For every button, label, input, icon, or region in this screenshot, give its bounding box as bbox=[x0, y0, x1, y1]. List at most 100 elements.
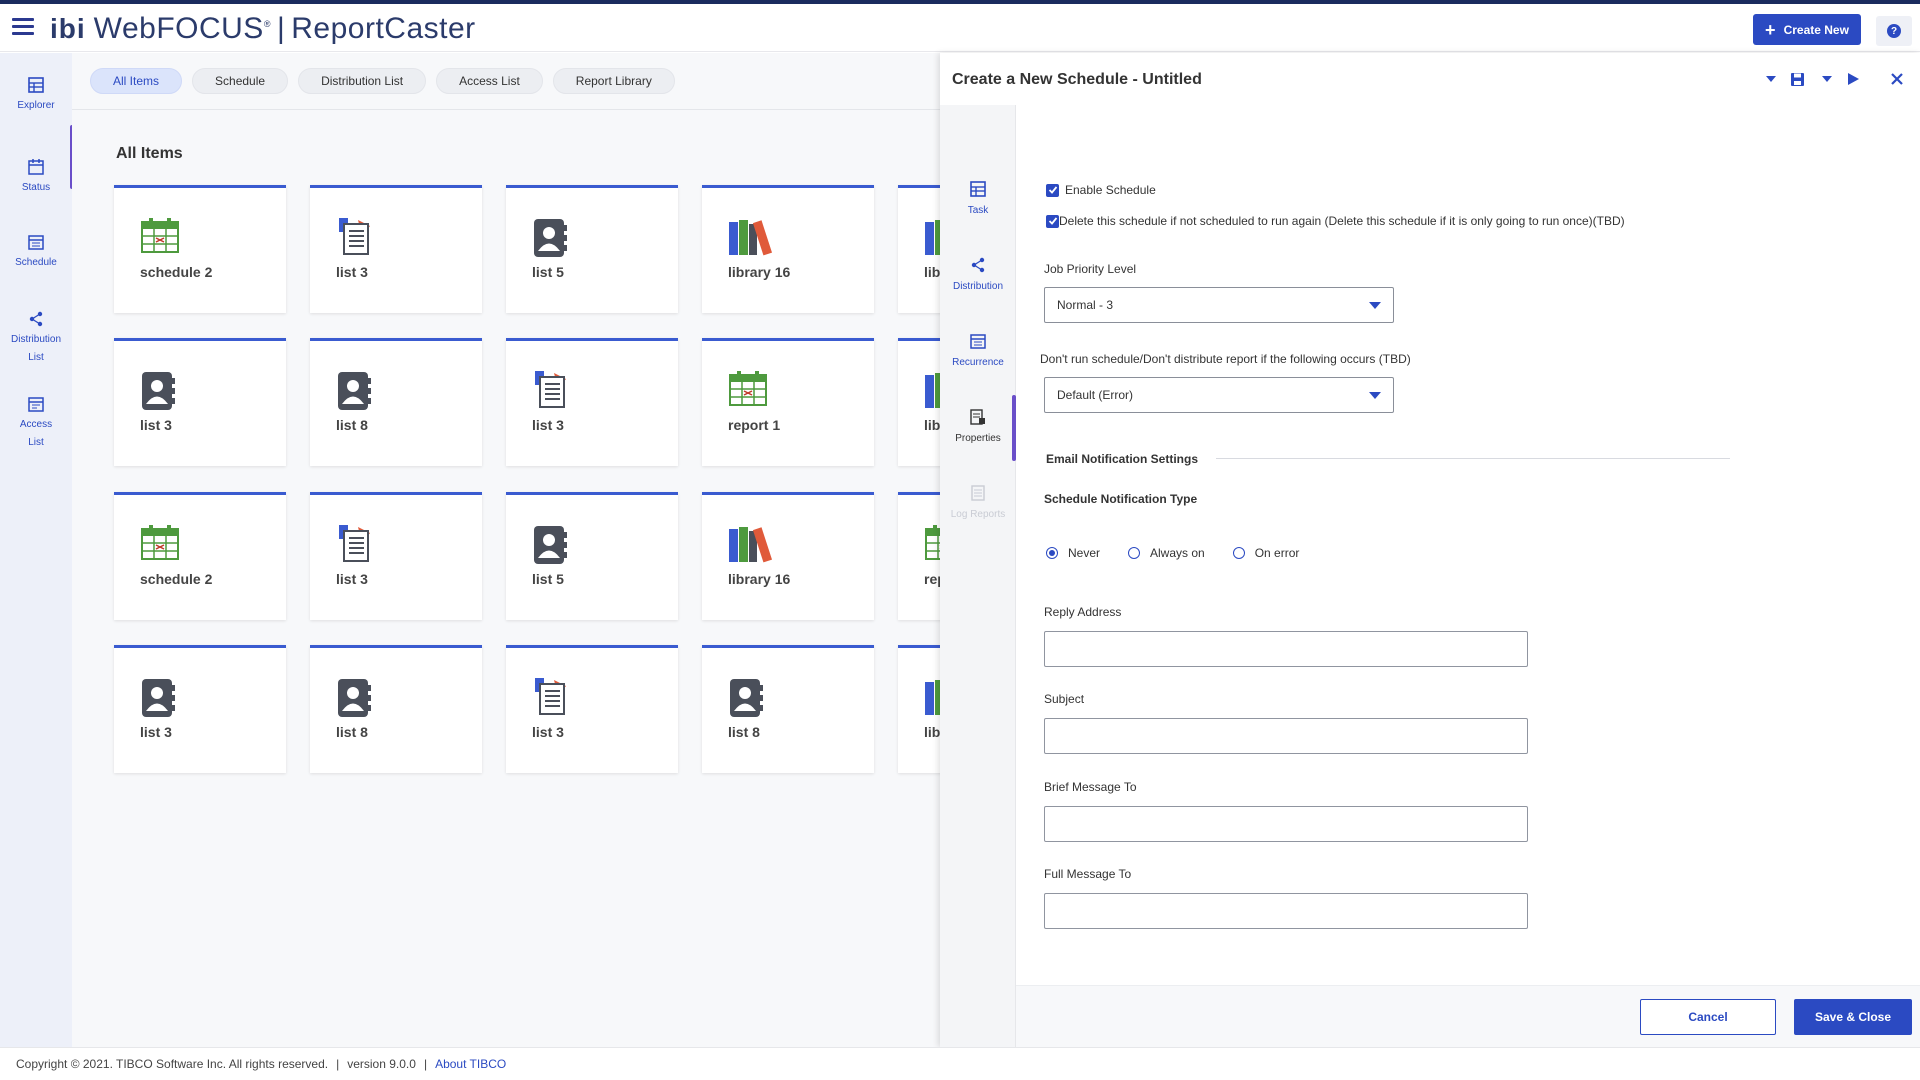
section-title: All Items bbox=[116, 145, 183, 162]
save-icon[interactable] bbox=[1786, 65, 1808, 93]
create-new-label: Create New bbox=[1783, 22, 1849, 37]
contact-item-icon bbox=[532, 525, 568, 570]
item-card[interactable]: schedule 2 bbox=[114, 185, 286, 313]
library-item-icon bbox=[728, 525, 774, 568]
item-card[interactable]: list 5 bbox=[506, 492, 678, 620]
radio-always-on-label: Always on bbox=[1150, 546, 1205, 560]
radio-button bbox=[1128, 547, 1141, 559]
schedule-item-icon bbox=[140, 525, 180, 566]
item-card[interactable]: report 1 bbox=[702, 338, 874, 466]
run-icon[interactable] bbox=[1842, 65, 1864, 93]
job-priority-select[interactable]: Normal - 3 bbox=[1044, 287, 1394, 323]
logo-separator: | bbox=[276, 12, 286, 45]
radio-never[interactable]: Never bbox=[1046, 546, 1100, 560]
enable-schedule-checkbox[interactable] bbox=[1046, 183, 1059, 197]
enable-schedule-row: Enable Schedule bbox=[1046, 183, 1156, 197]
properties-icon bbox=[970, 409, 985, 425]
item-card[interactable]: list 3 bbox=[310, 492, 482, 620]
brief-message-input[interactable] bbox=[1044, 806, 1528, 842]
vtab-recurrence-label: Recurrence bbox=[952, 357, 1004, 368]
vtab-task-label: Task bbox=[967, 205, 989, 216]
item-card-label: list 3 bbox=[532, 724, 564, 740]
vtab-properties[interactable]: Properties bbox=[940, 409, 1016, 444]
app-header: ibi WebFOCUS® | ReportCaster + Create New ? bbox=[0, 4, 1920, 52]
recurrence-icon bbox=[970, 334, 986, 349]
vtab-recurrence[interactable]: Recurrence bbox=[940, 333, 1016, 368]
sidebar-item-schedule[interactable]: Schedule bbox=[0, 234, 72, 272]
full-message-input[interactable] bbox=[1044, 893, 1528, 929]
delete-schedule-row: Delete this schedule if not scheduled to… bbox=[1046, 214, 1625, 228]
radio-never-label: Never bbox=[1068, 546, 1101, 560]
reply-address-input[interactable] bbox=[1044, 631, 1528, 667]
enable-schedule-label: Enable Schedule bbox=[1065, 183, 1156, 197]
about-tibco-link[interactable]: About TIBCO bbox=[435, 1057, 506, 1071]
item-card[interactable]: list 8 bbox=[310, 645, 482, 773]
schedule-item-icon bbox=[140, 218, 180, 259]
create-new-button[interactable]: + Create New bbox=[1753, 14, 1861, 45]
task-icon bbox=[970, 181, 986, 197]
sidebar-label-distribution-list: Distribution List bbox=[11, 334, 62, 363]
tab-all-items[interactable]: All Items bbox=[90, 68, 183, 94]
item-card-label: library 16 bbox=[728, 571, 791, 587]
close-icon[interactable] bbox=[1886, 65, 1908, 93]
item-card[interactable]: list 5 bbox=[506, 185, 678, 313]
list-colored-item-icon bbox=[532, 678, 572, 721]
hamburger-menu-icon[interactable] bbox=[12, 18, 34, 36]
sidebar-item-access-list[interactable]: Access List bbox=[0, 396, 72, 452]
sidebar-item-explorer[interactable]: Explorer bbox=[0, 77, 72, 115]
access-list-icon bbox=[28, 397, 44, 412]
dont-run-select[interactable]: Default (Error) bbox=[1044, 377, 1394, 413]
save-and-close-button[interactable]: Save & Close bbox=[1794, 999, 1912, 1035]
status-icon bbox=[28, 159, 44, 175]
item-card-label: schedule 2 bbox=[140, 264, 213, 280]
sidebar-label-explorer: Explorer bbox=[17, 100, 55, 111]
item-card[interactable]: list 3 bbox=[114, 645, 286, 773]
item-card-label: list 5 bbox=[532, 571, 564, 587]
item-card[interactable]: library 16 bbox=[702, 185, 874, 313]
list-colored-item-icon bbox=[336, 218, 376, 261]
ibi-logo-mark: ibi bbox=[50, 13, 86, 44]
dont-run-label: Don't run schedule/Don't distribute repo… bbox=[1040, 352, 1411, 366]
sidebar-item-status[interactable]: Status bbox=[0, 159, 72, 197]
tab-access-list[interactable]: Access List bbox=[436, 68, 543, 94]
more-options-dropdown-icon[interactable] bbox=[1760, 65, 1782, 93]
item-card[interactable]: list 8 bbox=[310, 338, 482, 466]
tabs-divider bbox=[72, 109, 940, 110]
brief-message-label: Brief Message To bbox=[1044, 780, 1137, 794]
tab-distribution-list[interactable]: Distribution List bbox=[298, 68, 427, 94]
tab-report-library[interactable]: Report Library bbox=[552, 68, 675, 94]
sidebar-item-distribution-list[interactable]: Distribution List bbox=[0, 311, 72, 367]
sidebar-label-access-list: Access List bbox=[19, 419, 53, 448]
cancel-button[interactable]: Cancel bbox=[1640, 999, 1776, 1035]
item-card-label: list 8 bbox=[728, 724, 760, 740]
sidebar-label-schedule: Schedule bbox=[15, 257, 57, 268]
logo-app-name: ReportCaster bbox=[291, 12, 476, 45]
vtab-task[interactable]: Task bbox=[940, 181, 1016, 216]
item-card[interactable]: library 16 bbox=[702, 492, 874, 620]
save-options-dropdown-icon[interactable] bbox=[1816, 65, 1838, 93]
help-icon: ? bbox=[1887, 24, 1901, 38]
radio-always-on[interactable]: Always on bbox=[1128, 546, 1205, 560]
vtab-properties-label: Properties bbox=[955, 433, 1001, 444]
job-priority-value: Normal - 3 bbox=[1057, 298, 1114, 312]
item-card[interactable]: list 3 bbox=[310, 185, 482, 313]
item-card[interactable]: list 3 bbox=[506, 338, 678, 466]
item-card[interactable]: schedule 2 bbox=[114, 492, 286, 620]
item-card[interactable]: list 3 bbox=[506, 645, 678, 773]
item-card[interactable]: list 3 bbox=[114, 338, 286, 466]
delete-schedule-label: Delete this schedule if not scheduled to… bbox=[1059, 214, 1625, 228]
main-content: All Items Schedule Distribution List Acc… bbox=[72, 53, 960, 1047]
tab-schedule[interactable]: Schedule bbox=[192, 68, 289, 94]
notification-type-radios: Never Always on On error bbox=[1046, 546, 1327, 560]
item-card[interactable]: list 8 bbox=[702, 645, 874, 773]
delete-schedule-checkbox[interactable] bbox=[1046, 214, 1059, 228]
radio-on-error-label: On error bbox=[1254, 546, 1300, 560]
item-card-label: schedule 2 bbox=[140, 571, 213, 587]
subject-input[interactable] bbox=[1044, 718, 1528, 754]
copyright-text: Copyright © 2021. TIBCO Software Inc. Al… bbox=[16, 1057, 329, 1071]
radio-button bbox=[1232, 547, 1245, 559]
help-button[interactable]: ? bbox=[1876, 16, 1912, 46]
radio-on-error[interactable]: On error bbox=[1232, 546, 1300, 560]
vtab-distribution[interactable]: Distribution bbox=[940, 257, 1016, 292]
contact-item-icon bbox=[532, 218, 568, 263]
